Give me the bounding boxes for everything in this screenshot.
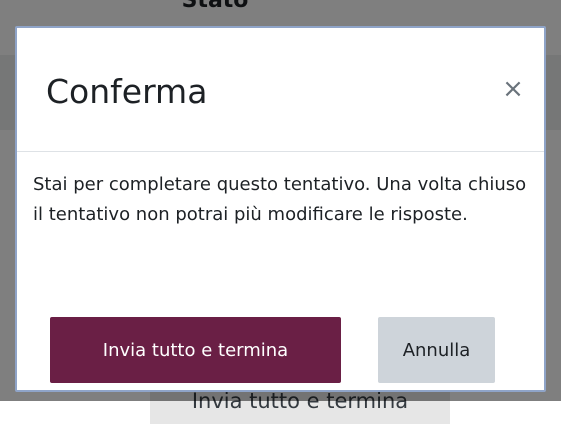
confirm-dialog: Conferma × Stai per completare questo te… [15, 26, 546, 392]
close-icon[interactable]: × [498, 74, 528, 104]
dialog-header: Conferma × [17, 28, 544, 152]
dialog-footer: Invia tutto e termina Annulla [17, 317, 544, 387]
dialog-body-text: Stai per completare questo tentativo. Un… [33, 174, 527, 225]
submit-all-button[interactable]: Invia tutto e termina [50, 317, 341, 383]
dialog-title: Conferma [46, 72, 208, 111]
cancel-button[interactable]: Annulla [378, 317, 495, 383]
